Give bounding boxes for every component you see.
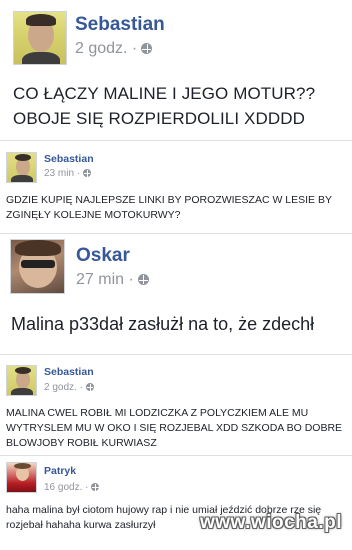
avatar[interactable] [10, 239, 65, 294]
post-timestamp[interactable]: 2 godz. · [75, 40, 153, 58]
timestamp-text: 23 min · [44, 168, 81, 179]
author-name[interactable]: Sebastian [44, 153, 94, 165]
author-name[interactable]: Sebastian [75, 14, 165, 36]
post-text: CO ŁĄCZY MALINE I JEGO MOTUR?? OBOJE SIĘ… [13, 84, 316, 128]
post-timestamp[interactable]: 23 min · [44, 168, 92, 179]
avatar[interactable] [6, 152, 37, 183]
timestamp-text: 2 godz. · [44, 382, 83, 393]
globe-icon [83, 169, 92, 178]
avatar[interactable] [13, 11, 67, 65]
post: Sebastian 23 min · GDZIE KUPIĘ NAJLEPSZE… [0, 141, 352, 233]
post: Patryk 16 godz. · haha malina był ciotom… [0, 456, 352, 550]
timestamp-text: 16 godz. · [44, 482, 89, 493]
timestamp-text: 27 min · [76, 271, 134, 288]
globe-icon [137, 274, 149, 286]
post: Sebastian 2 godz. · MALINA CWEL ROBIŁ MI… [0, 356, 352, 456]
author-name[interactable]: Sebastian [44, 366, 94, 378]
author-name[interactable]: Oskar [76, 245, 130, 267]
globe-icon [85, 383, 94, 392]
divider [0, 354, 352, 355]
post-text: Malina p33dał zasłużł na to, że zdechł [11, 314, 315, 334]
post-text: MALINA CWEL ROBIŁ MI LODZICZKA Z POLYCZK… [6, 407, 343, 449]
avatar[interactable] [6, 462, 37, 493]
post: Oskar 27 min · Malina p33dał zasłużł na … [0, 234, 352, 352]
globe-icon [141, 43, 153, 55]
post-timestamp[interactable]: 16 godz. · [44, 482, 100, 493]
site-watermark: www.wiocha.pl [200, 512, 342, 533]
post-timestamp[interactable]: 27 min · [76, 271, 149, 289]
post: Sebastian 2 godz. · CO ŁĄCZY MALINE I JE… [0, 0, 352, 140]
post-timestamp[interactable]: 2 godz. · [44, 382, 94, 393]
post-text: GDZIE KUPIĘ NAJLEPSZE LINKI BY POROZWIES… [6, 194, 332, 221]
timestamp-text: 2 godz. · [75, 40, 138, 57]
avatar[interactable] [6, 365, 37, 396]
author-name[interactable]: Patryk [44, 465, 76, 477]
globe-icon [91, 483, 100, 492]
